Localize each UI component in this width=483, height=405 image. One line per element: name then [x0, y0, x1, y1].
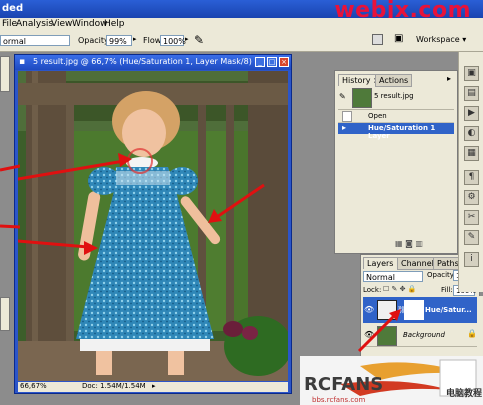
- menu-help[interactable]: Help: [104, 19, 125, 29]
- history-checkbox[interactable]: [342, 111, 352, 122]
- tool-presets-icon[interactable]: ✂: [464, 210, 479, 225]
- history-panel: History × Actions ▸ ✎ 5 result.jpg Open …: [334, 70, 458, 254]
- close-button[interactable]: ×: [279, 57, 289, 67]
- info-panel-icon[interactable]: ▤: [464, 86, 479, 101]
- tab-history-label: History: [342, 76, 371, 85]
- document-canvas[interactable]: [18, 71, 288, 381]
- banner-footer: bbs.rcfans.com: [312, 396, 366, 404]
- layer-opacity-label: Opacity:: [427, 271, 456, 279]
- menu-view[interactable]: View: [51, 19, 72, 29]
- history-footer-icons: ▦ ◙ ▥: [395, 239, 423, 248]
- blend-mode-select[interactable]: Normal: [363, 271, 423, 282]
- new-document-icon[interactable]: ▦: [395, 239, 403, 248]
- banner-stamp: 电脑教程: [446, 389, 483, 399]
- panel-menu-icon[interactable]: ▸: [447, 74, 451, 83]
- maximize-button[interactable]: □: [267, 57, 277, 67]
- notes-icon[interactable]: ✎: [464, 230, 479, 245]
- history-item-label: Hue/Saturation 1 Layer: [368, 124, 436, 140]
- right-dock: ▣ ▤ ▶ ◐ ▦ ¶ ⚙ ✂ ✎ i: [458, 52, 483, 292]
- annotation-arrows-left: [0, 164, 20, 229]
- delete-state-icon[interactable]: ▥: [415, 239, 423, 248]
- opacity-dropdown-icon[interactable]: ▸: [133, 35, 137, 43]
- history-item[interactable]: Open: [338, 111, 454, 123]
- new-snapshot-icon[interactable]: ◙: [405, 239, 413, 248]
- document-window[interactable]: ▪ 5 result.jpg @ 66,7% (Hue/Saturation 1…: [14, 54, 292, 394]
- snapshot-brush-icon[interactable]: ✎: [339, 92, 346, 101]
- opacity-field[interactable]: 99%: [106, 35, 132, 46]
- histogram-icon[interactable]: ▦: [464, 146, 479, 161]
- doc-size: Doc: 1.54M/1.54M: [82, 382, 146, 390]
- photo-girl-in-blue-dress: [18, 71, 288, 381]
- snapshot-thumbnail: [352, 88, 372, 108]
- clone-source-icon[interactable]: ◐: [464, 126, 479, 141]
- left-panel-edge: [0, 56, 10, 92]
- document-icon: ▪: [19, 57, 26, 67]
- brushes-icon[interactable]: ▶: [464, 106, 479, 121]
- palette-well-icon[interactable]: [372, 34, 383, 45]
- history-item-selected[interactable]: ▸ Hue/Saturation 1 Layer: [338, 123, 454, 140]
- scrollbar[interactable]: [478, 296, 483, 356]
- app-title: ded: [2, 3, 24, 14]
- info-icon[interactable]: i: [464, 252, 479, 267]
- fill-label: Fill:: [441, 286, 453, 294]
- character-icon[interactable]: ¶: [464, 170, 479, 185]
- menu-analysis[interactable]: Analysis: [16, 19, 53, 29]
- menu-file[interactable]: File: [2, 19, 17, 29]
- snapshot-name: 5 result.jpg: [374, 92, 414, 100]
- workspace-icon[interactable]: ▣: [394, 33, 403, 44]
- document-status-bar: 66,67% Doc: 1.54M/1.54M ▸: [18, 382, 288, 392]
- layer-name: Hue/Satur...: [425, 306, 472, 314]
- flow-dropdown-icon[interactable]: ▸: [185, 35, 189, 43]
- lock-icons[interactable]: ☐ ✎ ✥ 🔒: [383, 285, 416, 293]
- tab-actions[interactable]: Actions: [375, 74, 413, 87]
- menu-window[interactable]: Window: [72, 19, 108, 29]
- options-bar: ormal Opacity: 99% ▸ Flow: 100% ▸ ✎ ▣ Wo…: [0, 31, 483, 52]
- history-state-icon: ▸: [342, 123, 347, 132]
- lock-icon: 🔒: [467, 329, 477, 338]
- app-title-bar: ded webjx.com: [0, 0, 483, 23]
- minimize-button[interactable]: _: [255, 57, 265, 67]
- airbrush-icon[interactable]: ✎: [194, 33, 204, 47]
- document-title: 5 result.jpg @ 66,7% (Hue/Saturation 1, …: [33, 57, 252, 66]
- zoom-level[interactable]: 66,67%: [20, 382, 47, 390]
- history-item-label: Open: [368, 112, 387, 120]
- history-snapshot-row[interactable]: ✎ 5 result.jpg: [338, 87, 454, 110]
- mode-select[interactable]: ormal: [0, 35, 70, 46]
- rcfans-banner: RCFANS 电脑教程 bbs.rcfans.com: [300, 356, 483, 405]
- workspace-button[interactable]: Workspace ▾: [416, 35, 466, 44]
- document-title-bar[interactable]: ▪ 5 result.jpg @ 66,7% (Hue/Saturation 1…: [15, 55, 291, 70]
- annotation-arrow-mask: [357, 309, 401, 353]
- actions-icon[interactable]: ⚙: [464, 190, 479, 205]
- tab-layers-label: Layers: [367, 259, 394, 268]
- menu-bar: File Analysis View Window Help: [0, 18, 483, 32]
- lock-label: Lock:: [363, 286, 382, 294]
- svg-text:RCFANS: RCFANS: [304, 374, 383, 395]
- status-arrow-icon[interactable]: ▸: [152, 382, 156, 390]
- navigator-icon[interactable]: ▣: [464, 66, 479, 81]
- flow-field[interactable]: 100%: [160, 35, 186, 46]
- left-panel-edge-lower: [0, 297, 10, 331]
